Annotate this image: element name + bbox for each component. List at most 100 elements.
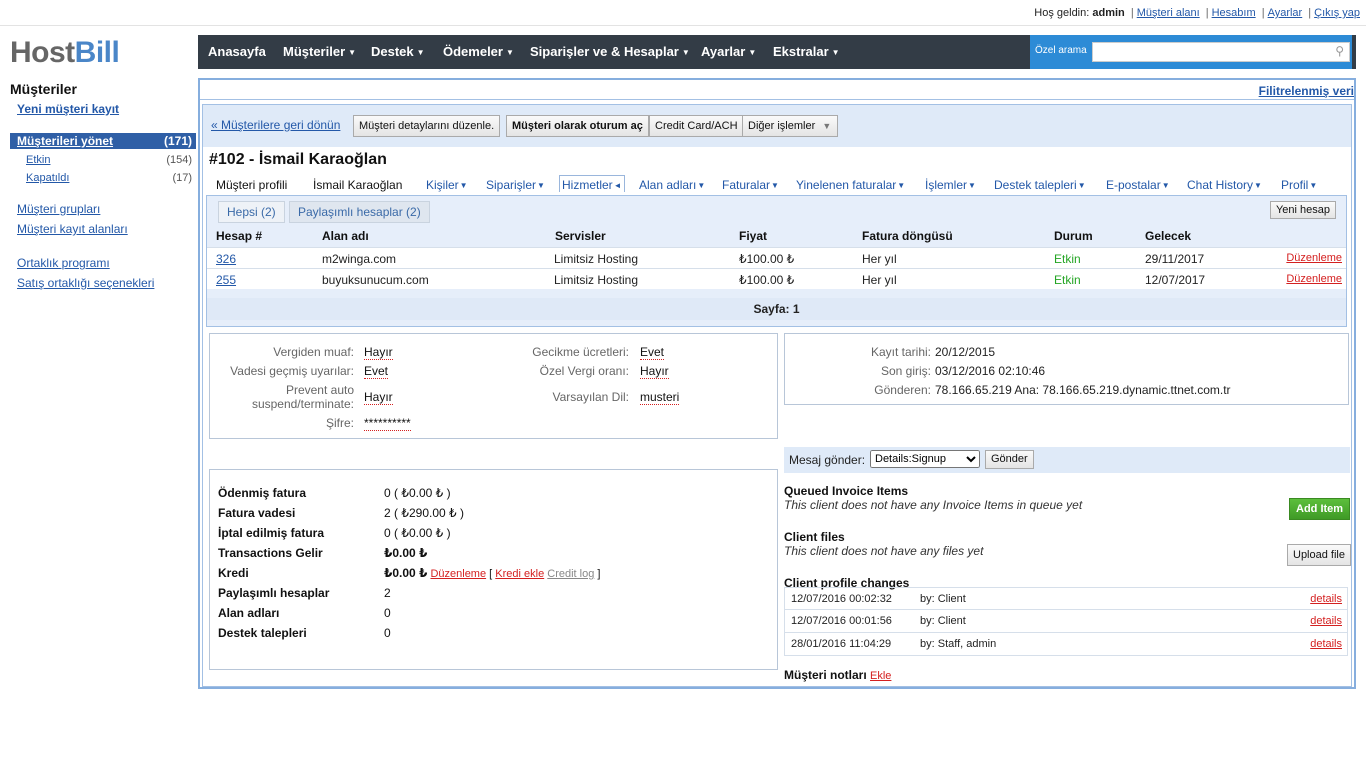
dropdown-arrow-icon: ▼ <box>968 181 976 190</box>
tab-support-tickets[interactable]: Destek talepleri▼ <box>994 178 1086 192</box>
hostbill-logo[interactable]: HostBill <box>10 36 120 70</box>
settings-link[interactable]: Ayarlar <box>1268 7 1303 19</box>
upload-file-button[interactable]: Upload file <box>1287 544 1351 566</box>
client-files-title: Client files <box>784 530 845 544</box>
prevent-suspend-label-1: Prevent auto <box>285 383 354 397</box>
new-account-button[interactable]: Yeni hesap <box>1269 201 1336 219</box>
client-area-link[interactable]: Müşteri alanı <box>1137 7 1200 19</box>
client-notes-title: Müşteri notları Ekle <box>784 668 891 682</box>
late-fees-value[interactable]: Evet <box>640 345 665 360</box>
edit-credit-link[interactable]: Düzenleme <box>430 568 486 580</box>
password-value[interactable]: ********** <box>364 416 411 431</box>
next-due-cell: 29/11/2017 <box>1145 252 1205 266</box>
queued-items-note: This client does not have any Invoice It… <box>784 498 1083 512</box>
nav-support[interactable]: Destek ▼ <box>371 35 425 69</box>
bracket-close: ] <box>597 568 601 580</box>
stat-label: Ödenmiş fatura <box>218 486 307 500</box>
dropdown-arrow-icon: ▼ <box>897 181 906 190</box>
stat-label: Transactions Gelir <box>218 546 323 560</box>
add-note-link[interactable]: Ekle <box>870 670 891 682</box>
account-id-link[interactable]: 326 <box>216 252 236 266</box>
top-user-bar: Hoş geldin: admin | Müşteri alanı | Hesabı… <box>0 0 1366 26</box>
col-domain: Alan adı <box>322 229 369 243</box>
tab-transactions[interactable]: İşlemler▼ <box>925 178 976 192</box>
tab-domains[interactable]: Alan adları▼ <box>639 178 705 192</box>
chevron-down-icon: ▼ <box>822 121 832 131</box>
message-template-select[interactable]: Details:Signup <box>870 450 980 468</box>
account-id-link[interactable]: 255 <box>216 273 236 287</box>
edit-service-link[interactable]: Düzenleme <box>1286 252 1342 264</box>
tab-contacts[interactable]: Kişiler▼ <box>426 178 468 192</box>
search-input[interactable] <box>1092 42 1350 62</box>
sidebar-client-groups[interactable]: Müşteri grupları <box>17 202 196 216</box>
sidebar-new-client[interactable]: Yeni müşteri kayıt <box>17 102 196 116</box>
client-title: #102 - İsmail Karaoğlan <box>209 151 387 168</box>
other-actions-dropdown[interactable]: Diğer işlemler ▼ <box>742 115 839 137</box>
tab-client-profile[interactable]: Müşteri profili <box>216 178 287 192</box>
credit-card-button[interactable]: Credit Card/ACH <box>649 115 744 137</box>
sidebar-item-manage-clients[interactable]: Müşterileri yönet (171) <box>10 133 196 149</box>
add-credit-link[interactable]: Kredi ekle <box>495 568 544 580</box>
back-to-clients-link[interactable]: « Müşterilere geri dönün <box>211 118 340 132</box>
table-row[interactable]: 326 m2winga.com Limitsiz Hosting ₺100.00… <box>207 247 1346 268</box>
table-row[interactable]: 255 buyuksunucum.com Limitsiz Hosting ₺1… <box>207 268 1346 289</box>
stat-value: 2 <box>384 586 391 600</box>
stat-value: 0 <box>384 606 391 620</box>
tab-invoices[interactable]: Faturalar▼ <box>722 178 779 192</box>
stat-label: Alan adları <box>218 606 280 620</box>
search-icon[interactable]: ⚲ <box>1335 44 1344 58</box>
language-value[interactable]: musteri <box>640 390 680 405</box>
nav-extras[interactable]: Ekstralar ▼ <box>773 35 840 69</box>
sidebar-affiliate-program[interactable]: Ortaklık programı <box>17 256 196 270</box>
dropdown-arrow-icon: ▼ <box>697 181 706 190</box>
edit-client-button[interactable]: Müşteri detaylarını düzenle. <box>353 115 501 137</box>
price-cell: ₺100.00 ₺ <box>739 273 795 287</box>
nav-home[interactable]: Anasayfa <box>208 35 266 69</box>
tax-exempt-value[interactable]: Hayır <box>364 345 393 360</box>
nav-settings[interactable]: Ayarlar ▼ <box>701 35 756 69</box>
filtered-data-link[interactable]: Filitrelenmiş veri <box>1259 84 1354 98</box>
nav-orders[interactable]: Siparişler ve & Hesaplar ▼ <box>530 35 690 69</box>
subtab-all[interactable]: Hepsi (2) <box>218 201 285 223</box>
overdue-value[interactable]: Evet <box>364 364 389 379</box>
tab-emails[interactable]: E-postalar▼ <box>1106 178 1170 192</box>
client-notes-label: Müşteri notları <box>784 668 867 682</box>
nav-clients[interactable]: Müşteriler ▼ <box>283 35 356 69</box>
custom-tax-value[interactable]: Hayır <box>640 364 669 379</box>
sidebar-closed-link[interactable]: Kapatıldı <box>26 169 196 187</box>
prevent-suspend-value[interactable]: Hayır <box>364 390 393 405</box>
service-cell: Limitsiz Hosting <box>554 252 639 266</box>
change-details-link[interactable]: details <box>1310 593 1342 605</box>
sidebar: Müşteriler Yeni müşteri kayıt Müşteriler… <box>10 80 196 290</box>
my-account-link[interactable]: Hesabım <box>1212 7 1256 19</box>
dropdown-arrow-icon: ▼ <box>1254 181 1262 190</box>
change-details-link[interactable]: details <box>1310 615 1342 627</box>
add-item-button[interactable]: Add Item <box>1289 498 1351 520</box>
tab-services[interactable]: Hizmetler◄ <box>559 175 625 192</box>
tab-client-name[interactable]: İsmail Karaoğlan <box>313 178 402 192</box>
tab-profile[interactable]: Profil▼ <box>1281 178 1317 192</box>
collapse-arrow-icon: ◄ <box>613 181 622 190</box>
prevent-suspend-label-2: suspend/terminate: <box>251 397 354 411</box>
sidebar-client-fields[interactable]: Müşteri kayıt alanları <box>17 222 196 236</box>
send-message-button[interactable]: Gönder <box>985 450 1034 469</box>
main-panel: Filitrelenmiş veri « Müşterilere geri dö… <box>198 78 1356 689</box>
price-cell: ₺100.00 ₺ <box>739 252 795 266</box>
edit-service-link[interactable]: Düzenleme <box>1286 273 1342 285</box>
logout-link[interactable]: Çıkış yap <box>1314 7 1360 19</box>
stat-label: Kredi <box>218 566 249 580</box>
sidebar-item-active[interactable]: Etkin (154) <box>10 151 196 169</box>
sidebar-affiliate-options[interactable]: Satış ortaklığı seçenekleri <box>17 276 196 290</box>
login-as-client-button[interactable]: Müşteri olarak oturum aç <box>506 115 649 137</box>
list-item: 28/01/2016 11:04:29 by: Staff, admin det… <box>784 633 1348 656</box>
chevron-down-icon: ▼ <box>505 48 514 57</box>
change-details-link[interactable]: details <box>1310 638 1342 650</box>
subtab-shared-hosting[interactable]: Paylaşımlı hesaplar (2) <box>289 201 430 223</box>
tab-chat-history[interactable]: Chat History▼ <box>1187 178 1262 192</box>
sidebar-item-closed[interactable]: Kapatıldı (17) <box>10 169 196 187</box>
tab-orders[interactable]: Siparişler▼ <box>486 178 545 192</box>
tab-recurring-invoices[interactable]: Yinelenen faturalar▼ <box>796 178 905 192</box>
credit-log-link[interactable]: Credit log <box>547 568 594 580</box>
profile-changes-list: 12/07/2016 00:02:32 by: Client details 1… <box>784 587 1348 656</box>
nav-payments[interactable]: Ödemeler ▼ <box>443 35 514 69</box>
